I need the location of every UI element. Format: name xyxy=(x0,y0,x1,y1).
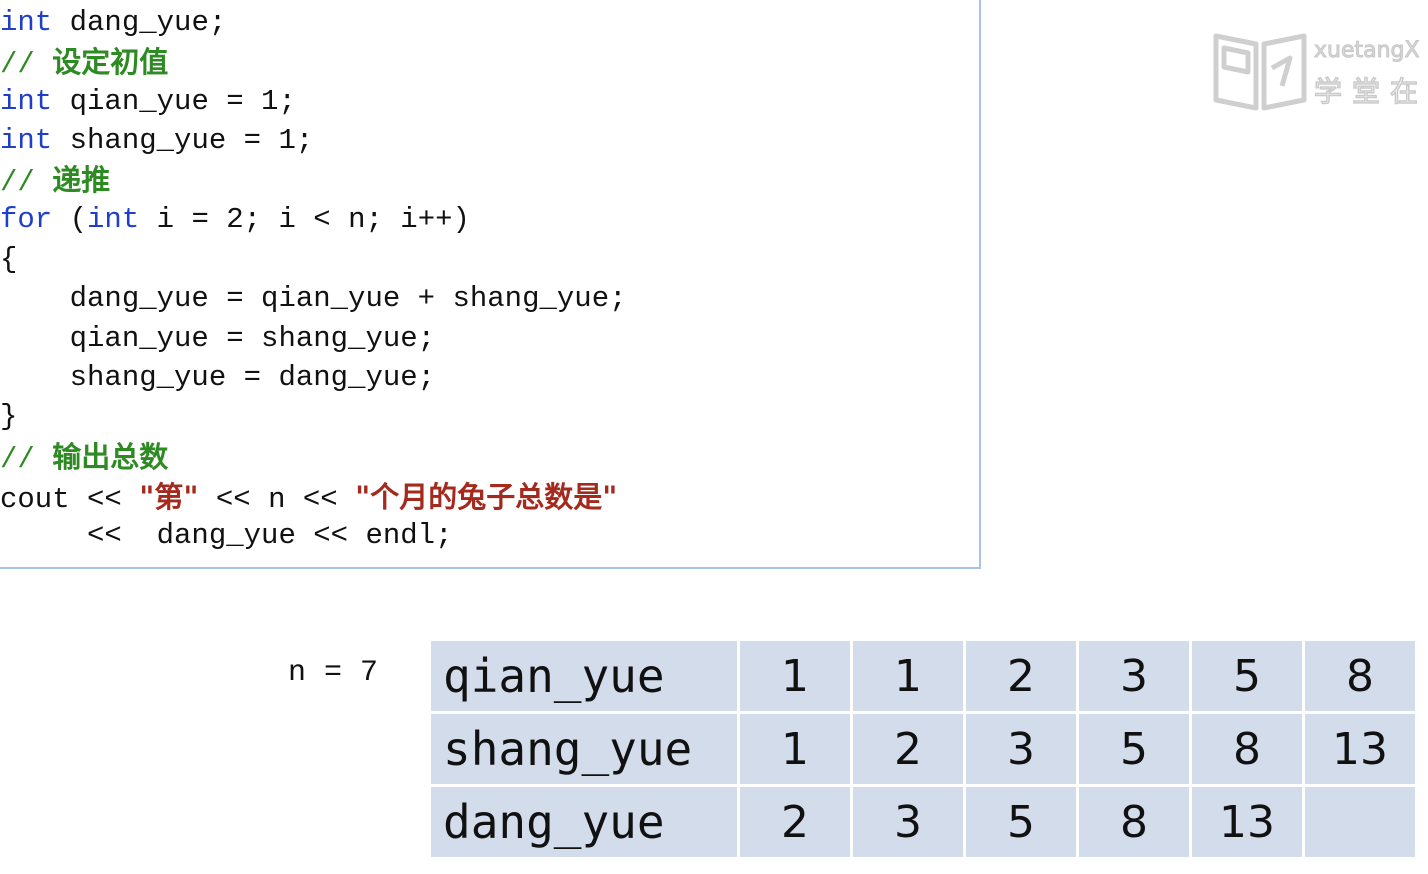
table-cell: 5 xyxy=(1192,641,1302,711)
table-cell: 2 xyxy=(740,787,850,857)
table-cell xyxy=(1305,787,1415,857)
table-row: qian_yue 1 1 2 3 5 8 xyxy=(431,641,1415,711)
keyword: int xyxy=(0,85,53,118)
keyword: for xyxy=(0,203,53,236)
book-logo-icon xyxy=(1213,33,1307,111)
code-line-8: dang_yue = qian_yue + shang_yue; xyxy=(0,282,627,315)
comment-marker: // xyxy=(0,443,53,476)
code-text: qian_yue = 1; xyxy=(52,85,296,118)
table-cell: 8 xyxy=(1305,641,1415,711)
table-cell: 2 xyxy=(853,714,963,784)
comment-marker: // xyxy=(0,166,53,199)
code-text: cout << xyxy=(0,483,140,516)
code-line-4: int shang_yue = 1; xyxy=(0,121,313,161)
table-row: shang_yue 1 2 3 5 8 13 xyxy=(431,714,1415,784)
table-cell: 1 xyxy=(740,641,850,711)
keyword: int xyxy=(0,6,53,39)
logo-text-en: xuetangX xyxy=(1314,38,1421,64)
comment-text: 输出总数 xyxy=(52,440,169,474)
row-header: shang_yue xyxy=(431,714,737,784)
trace-table: qian_yue 1 1 2 3 5 8 shang_yue 1 2 3 5 8 13 dang_yue 2 3… xyxy=(428,638,1418,860)
table-cell: 5 xyxy=(1079,714,1189,784)
string-literal: "个月的兔子总数是" xyxy=(355,480,618,514)
code-line-13: cout << "第" << n << "个月的兔子总数是" xyxy=(0,477,617,517)
code-text: i = 2; i < n; i++) xyxy=(139,203,470,236)
table-cell: 8 xyxy=(1192,714,1302,784)
table-cell: 13 xyxy=(1192,787,1302,857)
table-cell: 3 xyxy=(1079,641,1189,711)
comment-text: 递推 xyxy=(52,163,111,197)
code-text: << n << xyxy=(198,483,356,516)
keyword: int xyxy=(0,124,53,157)
code-line-7: { xyxy=(0,243,18,276)
row-header: qian_yue xyxy=(431,641,737,711)
code-line-5: // 递推 xyxy=(0,160,110,200)
table-row: dang_yue 2 3 5 8 13 xyxy=(431,787,1415,857)
code-line-2: // 设定初值 xyxy=(0,42,168,82)
table-cell: 3 xyxy=(853,787,963,857)
table-cell: 1 xyxy=(853,641,963,711)
comment-text: 设定初值 xyxy=(52,45,169,79)
code-line-11: } xyxy=(0,400,18,433)
table-cell: 3 xyxy=(966,714,1076,784)
n-value-label: n = 7 xyxy=(288,656,379,690)
code-line-9: qian_yue = shang_yue; xyxy=(0,322,436,355)
code-line-12: // 输出总数 xyxy=(0,437,168,477)
code-line-10: shang_yue = dang_yue; xyxy=(0,361,436,394)
code-line-6: for (int i = 2; i < n; i++) xyxy=(0,200,470,240)
code-panel: int dang_yue; // 设定初值 int qian_yue = 1; … xyxy=(0,0,981,569)
code-text: shang_yue = 1; xyxy=(52,124,314,157)
logo-text-zh: 学堂在 xyxy=(1313,74,1428,109)
string-literal: "第" xyxy=(139,480,199,514)
code-text: dang_yue; xyxy=(52,6,227,39)
code-line-14: << dang_yue << endl; xyxy=(0,519,453,552)
row-header: dang_yue xyxy=(431,787,737,857)
code-line-3: int qian_yue = 1; xyxy=(0,82,296,122)
table-cell: 8 xyxy=(1079,787,1189,857)
code-line-1: int dang_yue; xyxy=(0,3,226,43)
table-cell: 2 xyxy=(966,641,1076,711)
table-cell: 1 xyxy=(740,714,850,784)
code-text: ( xyxy=(52,203,88,236)
xuetangx-logo: xuetangX 学堂在 xyxy=(1210,28,1428,118)
table-cell: 5 xyxy=(966,787,1076,857)
keyword: int xyxy=(87,203,140,236)
table-cell: 13 xyxy=(1305,714,1415,784)
comment-marker: // xyxy=(0,48,53,81)
